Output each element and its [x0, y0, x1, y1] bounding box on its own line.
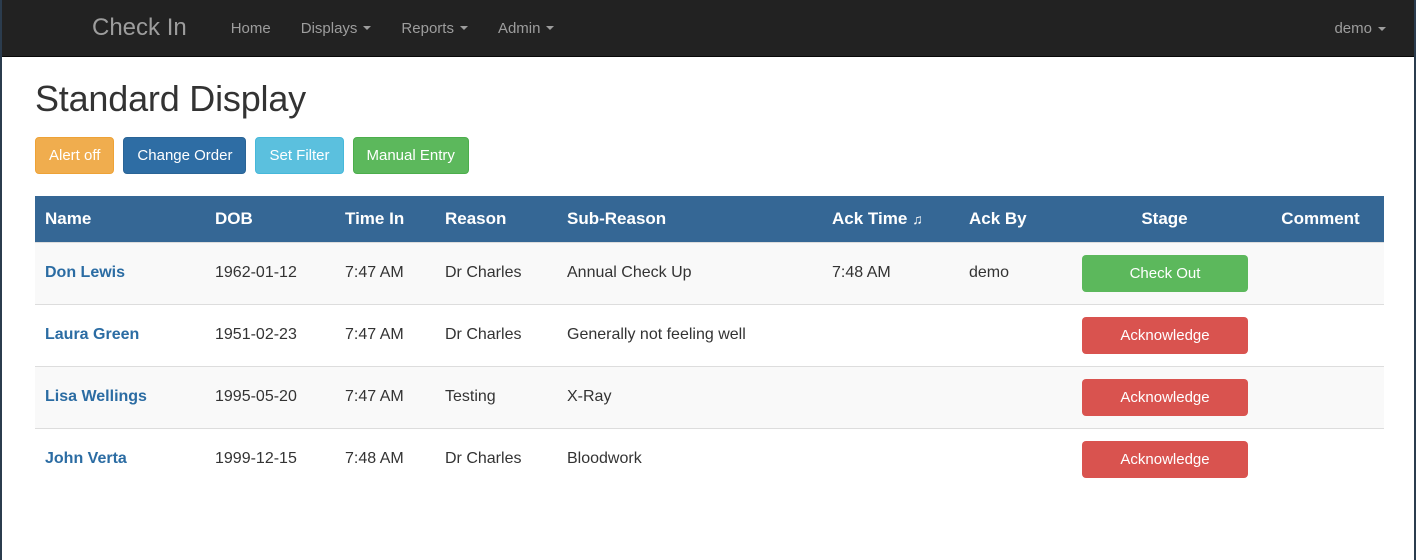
cell-ack-time [822, 366, 959, 428]
acknowledge-button[interactable]: Acknowledge [1082, 441, 1248, 478]
manual-entry-button[interactable]: Manual Entry [353, 137, 469, 174]
cell-stage: Acknowledge [1072, 304, 1257, 366]
table-header-row: NameDOBTime InReasonSub-ReasonAck Time♫A… [35, 196, 1384, 243]
page-root: Check In Home Displays Reports Admin demo S… [0, 0, 1416, 560]
cell-reason: Testing [435, 366, 557, 428]
cell-name: Don Lewis [35, 242, 205, 304]
column-header-label: Stage [1141, 209, 1187, 228]
cell-reason: Dr Charles [435, 428, 557, 490]
acknowledge-button[interactable]: Acknowledge [1082, 317, 1248, 354]
cell-dob: 1951-02-23 [205, 304, 335, 366]
cell-ack-by: demo [959, 242, 1072, 304]
nav-item-admin[interactable]: Admin [483, 0, 570, 57]
table-row: Don Lewis 1962-01-127:47 AMDr CharlesAnnu… [35, 242, 1384, 304]
column-header-ack-by[interactable]: Ack By [959, 196, 1072, 243]
patient-name-link[interactable]: John Verta [45, 450, 127, 467]
cell-time-in: 7:47 AM [335, 366, 435, 428]
cell-stage: Acknowledge [1072, 428, 1257, 490]
column-header-time-in[interactable]: Time In [335, 196, 435, 243]
nav-item-displays[interactable]: Displays [286, 0, 387, 57]
alert-off-button[interactable]: Alert off [35, 137, 114, 174]
column-header-reason[interactable]: Reason [435, 196, 557, 243]
check-out-button[interactable]: Check Out [1082, 255, 1248, 292]
cell-ack-by [959, 366, 1072, 428]
cell-time-in: 7:47 AM [335, 242, 435, 304]
checkin-table: NameDOBTime InReasonSub-ReasonAck Time♫A… [35, 196, 1384, 490]
column-header-dob[interactable]: DOB [205, 196, 335, 243]
cell-stage: Check Out [1072, 242, 1257, 304]
cell-sub-reason: Bloodwork [557, 428, 822, 490]
cell-ack-time [822, 428, 959, 490]
cell-time-in: 7:47 AM [335, 304, 435, 366]
table-row: John Verta 1999-12-157:48 AMDr CharlesBlo… [35, 428, 1384, 490]
column-header-label: Comment [1281, 209, 1359, 228]
column-header-label: DOB [215, 209, 253, 228]
cell-reason: Dr Charles [435, 304, 557, 366]
cell-ack-by [959, 428, 1072, 490]
nav-item-label: Reports [401, 0, 454, 57]
nav-item-label: Admin [498, 0, 541, 57]
column-header-sub-reason[interactable]: Sub-Reason [557, 196, 822, 243]
user-menu-label: demo [1334, 0, 1372, 57]
cell-name: Laura Green [35, 304, 205, 366]
cell-name: Lisa Wellings [35, 366, 205, 428]
nav-item-label: Displays [301, 0, 358, 57]
column-header-label: Sub-Reason [567, 209, 666, 228]
user-menu-area: demo [1319, 0, 1401, 57]
column-header-stage[interactable]: Stage [1072, 196, 1257, 243]
column-header-label: Ack By [969, 209, 1027, 228]
table-body: Don Lewis1962-01-127:47 AMDr CharlesAnnu… [35, 242, 1384, 490]
cell-time-in: 7:48 AM [335, 428, 435, 490]
cell-ack-by [959, 304, 1072, 366]
nav-item-home[interactable]: Home [216, 0, 286, 57]
chevron-down-icon [363, 26, 371, 30]
cell-sub-reason: Annual Check Up [557, 242, 822, 304]
column-header-label: Reason [445, 209, 506, 228]
table-row: Lisa Wellings 1995-05-207:47 AMTestingX-R… [35, 366, 1384, 428]
cell-dob: 1999-12-15 [205, 428, 335, 490]
chevron-down-icon [546, 26, 554, 30]
cell-ack-time [822, 304, 959, 366]
column-header-name[interactable]: Name [35, 196, 205, 243]
cell-stage: Acknowledge [1072, 366, 1257, 428]
column-header-label: Name [45, 209, 91, 228]
page-container: Standard Display Alert offChange OrderSe… [2, 79, 1414, 490]
user-menu[interactable]: demo [1319, 0, 1401, 57]
column-header-label: Time In [345, 209, 404, 228]
top-navbar: Check In Home Displays Reports Admin demo [2, 0, 1414, 57]
cell-comment [1257, 428, 1384, 490]
cell-comment [1257, 242, 1384, 304]
table-head: NameDOBTime InReasonSub-ReasonAck Time♫A… [35, 196, 1384, 243]
patient-name-link[interactable]: Lisa Wellings [45, 388, 147, 405]
action-toolbar: Alert offChange OrderSet Filter Manual En… [35, 137, 1381, 174]
page-title: Standard Display [35, 79, 1381, 119]
column-header-ack-time[interactable]: Ack Time ♫ [822, 196, 959, 243]
cell-dob: 1995-05-20 [205, 366, 335, 428]
chevron-down-icon [1378, 27, 1386, 31]
patient-name-link[interactable]: Don Lewis [45, 264, 125, 281]
cell-sub-reason: X-Ray [557, 366, 822, 428]
cell-comment [1257, 366, 1384, 428]
sort-indicator-icon: ♫ [912, 211, 923, 227]
change-order-button[interactable]: Change Order [123, 137, 246, 174]
column-header-comment[interactable]: Comment [1257, 196, 1384, 243]
table-row: Laura Green 1951-02-237:47 AMDr CharlesGe… [35, 304, 1384, 366]
cell-sub-reason: Generally not feeling well [557, 304, 822, 366]
patient-name-link[interactable]: Laura Green [45, 326, 139, 343]
acknowledge-button[interactable]: Acknowledge [1082, 379, 1248, 416]
chevron-down-icon [460, 26, 468, 30]
nav-item-reports[interactable]: Reports [386, 0, 483, 57]
column-header-label: Ack Time [832, 209, 907, 228]
main-nav: Home Displays Reports Admin [216, 0, 570, 57]
cell-ack-time: 7:48 AM [822, 242, 959, 304]
cell-reason: Dr Charles [435, 242, 557, 304]
brand-link[interactable]: Check In [77, 16, 202, 40]
nav-item-label: Home [231, 0, 271, 57]
set-filter-button[interactable]: Set Filter [255, 137, 343, 174]
cell-dob: 1962-01-12 [205, 242, 335, 304]
cell-comment [1257, 304, 1384, 366]
cell-name: John Verta [35, 428, 205, 490]
